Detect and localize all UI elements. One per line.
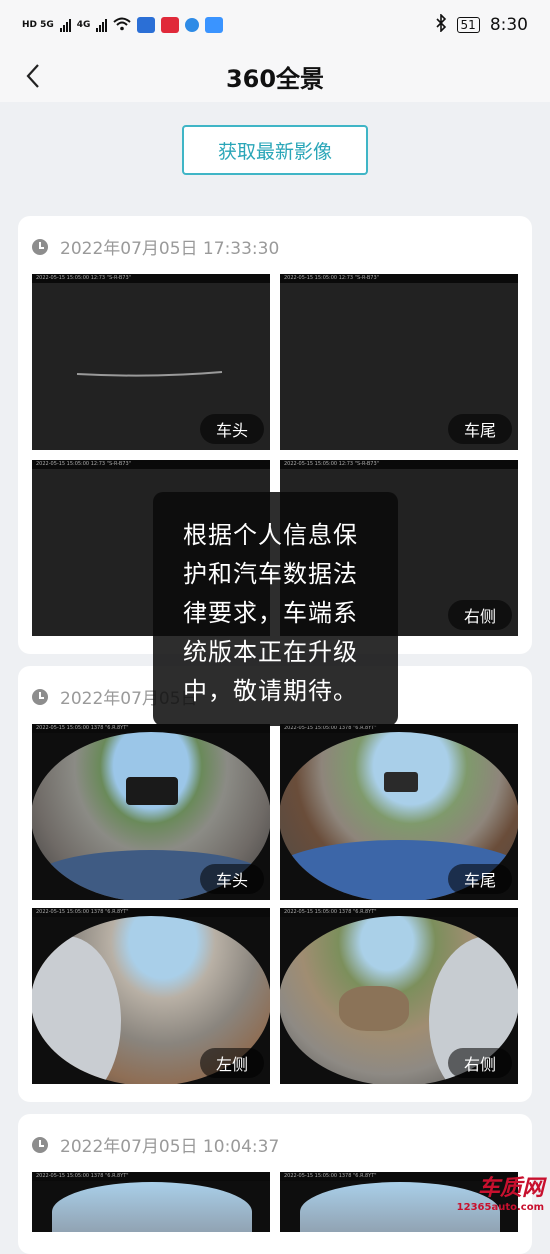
fisheye-view xyxy=(52,1182,252,1232)
clock-icon xyxy=(32,688,48,705)
toast-line: 护和汽车数据法 xyxy=(183,560,358,588)
status-bar: HD 5G 4G 51 8:30 xyxy=(0,0,550,50)
fetch-latest-image-button[interactable]: 获取最新影像 xyxy=(182,125,368,175)
watermark-logo: 车质网 xyxy=(477,1176,544,1201)
camera-image-front[interactable]: 2022-05-15 15:05:00 12:73 "S-R-B73" 车头 xyxy=(32,274,270,450)
toast-line: 律要求，车端系 xyxy=(183,599,358,627)
snapshot-time-row: 2022年07月05日 10:04:37 xyxy=(32,1132,279,1157)
image-label: 左侧 xyxy=(200,1048,264,1078)
hd-signal-icon: HD 5G xyxy=(22,20,54,30)
image-label: 车尾 xyxy=(448,414,512,444)
camera-image-rear[interactable]: 2022-05-15 15:05:00 1378 "6.R.8YT" 车尾 xyxy=(280,724,518,900)
car-graphic xyxy=(384,772,418,793)
nav-bar: 360全景 xyxy=(0,50,550,102)
image-label: 右侧 xyxy=(448,1048,512,1078)
page-title: 360全景 xyxy=(225,64,325,93)
car-side-graphic xyxy=(32,936,121,1084)
image-label: 车头 xyxy=(200,864,264,894)
watermark: 车质网 12365auto.com xyxy=(444,1170,544,1218)
cloud-icon xyxy=(205,17,224,33)
clock-icon xyxy=(32,1136,48,1153)
snapshot-time-row: 2022年07月05日 17:33:30 xyxy=(32,234,279,259)
toast-line: 根据个人信息保 xyxy=(183,521,358,549)
toast-line: 中，敬请期待。 xyxy=(183,677,358,705)
car-graphic xyxy=(126,777,178,806)
camera-image-front[interactable]: 2022-05-15 15:05:00 1378 "6.R.8YT" 车头 xyxy=(32,724,270,900)
status-left: HD 5G 4G xyxy=(22,17,224,34)
browser-icon xyxy=(185,18,200,32)
snapshot-card: 2022年07月05日 2022-05-15 15:05:00 1378 "6.… xyxy=(18,666,532,1102)
toast-line: 统版本正在升级 xyxy=(183,638,358,666)
wifi-icon xyxy=(113,17,132,34)
chevron-left-icon xyxy=(26,64,39,88)
image-label: 车尾 xyxy=(448,864,512,894)
status-right: 51 8:30 xyxy=(435,12,528,37)
camera-image-front[interactable]: 2022-05-15 15:05:00 1378 "6.R.8YT" xyxy=(32,1172,270,1232)
battery-icon: 51 xyxy=(456,17,480,33)
back-button[interactable] xyxy=(18,58,48,94)
snapshot-time: 2022年07月05日 17:33:30 xyxy=(60,239,280,259)
clock-icon xyxy=(32,238,48,255)
snapshot-time: 2022年07月05日 10:04:37 xyxy=(60,1137,280,1157)
camera-image-left[interactable]: 2022-05-15 15:05:00 1378 "6.R.8YT" 左侧 xyxy=(32,908,270,1084)
notice-toast: 根据个人信息保 护和汽车数据法 律要求，车端系 统版本正在升级 中，敬请期待。 xyxy=(153,492,398,726)
signal-4g-icon xyxy=(96,18,108,32)
image-label: 右侧 xyxy=(448,600,512,630)
app-notify-icon xyxy=(137,17,156,33)
app-notify-icon-2 xyxy=(161,17,180,33)
tree-stump-graphic xyxy=(339,986,409,1032)
image-label: 车头 xyxy=(200,414,264,444)
camera-image-rear[interactable]: 2022-05-15 15:05:00 12:73 "S-R-B73" 车尾 xyxy=(280,274,518,450)
camera-image-right[interactable]: 2022-05-15 15:05:00 1378 "6.R.8YT" 右侧 xyxy=(280,908,518,1084)
bluetooth-icon xyxy=(435,12,447,37)
status-time: 8:30 xyxy=(489,15,528,35)
signal-5g-icon xyxy=(59,18,71,32)
signal-4g-label: 4G xyxy=(76,20,91,30)
watermark-url: 12365auto.com xyxy=(456,1202,544,1213)
